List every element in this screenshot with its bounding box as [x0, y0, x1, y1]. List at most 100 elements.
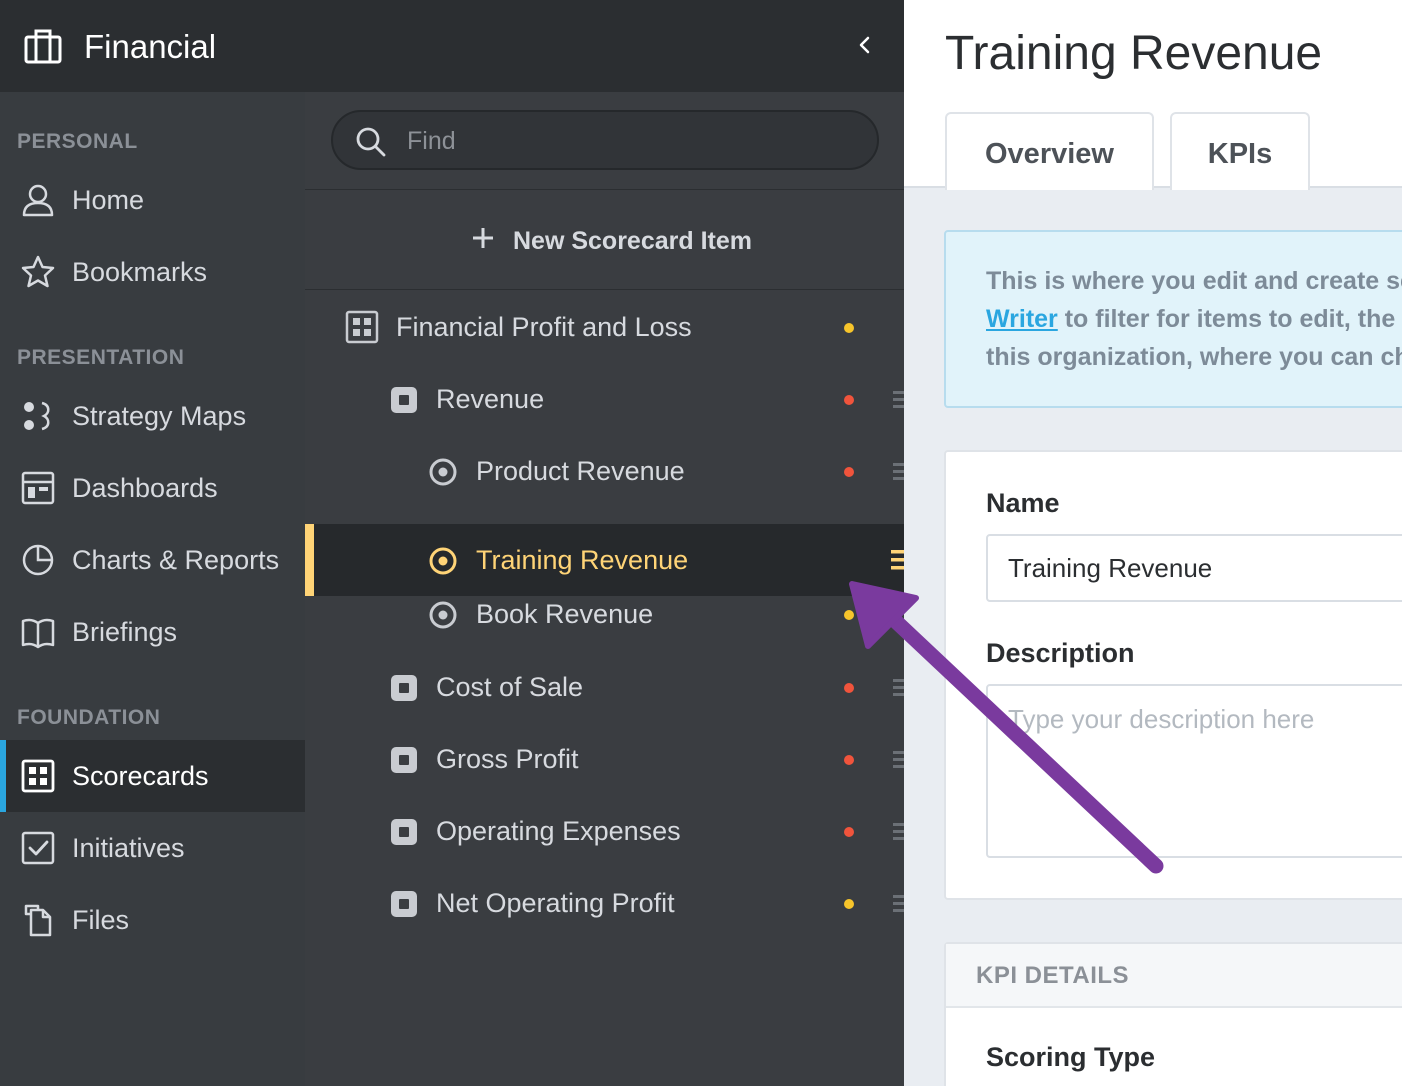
- sidebar-item-label: Initiatives: [72, 833, 185, 863]
- kpi-details-card: KPI DETAILS Scoring Type: [944, 942, 1402, 1086]
- search-box[interactable]: [331, 110, 879, 170]
- search-input[interactable]: [407, 122, 847, 160]
- sidebar-item-scorecards[interactable]: Scorecards: [0, 740, 305, 812]
- status-dot-yellow: [844, 610, 854, 620]
- objective-icon: [391, 747, 417, 773]
- info-line-2: to filter for items to edit, the: [1057, 305, 1396, 333]
- sidebar-item-files[interactable]: Files: [0, 884, 305, 956]
- book-icon: [21, 618, 55, 649]
- sidebar-item-home[interactable]: Home: [0, 164, 305, 236]
- dashboard-icon: [21, 471, 55, 505]
- scorecard-tree-panel: New Scorecard Item Financial Profit and …: [305, 92, 938, 1086]
- sidebar-item-strategy-maps[interactable]: Strategy Maps: [0, 380, 305, 452]
- editor-header: Training Revenue Overview KPIs: [904, 0, 1402, 190]
- sidebar-item-label: Briefings: [72, 617, 178, 647]
- tree-item-label: Training Revenue: [476, 545, 689, 575]
- new-scorecard-item-button[interactable]: New Scorecard Item: [305, 190, 904, 290]
- tree-item-label: Operating Expenses: [436, 816, 681, 846]
- drag-handle-icon[interactable]: [893, 821, 904, 843]
- tree-item-label: Revenue: [436, 384, 545, 414]
- objective-icon: [391, 387, 417, 413]
- status-dot-red: [844, 827, 854, 837]
- tree-item-financial-profit-and-loss[interactable]: Financial Profit and Loss: [305, 291, 904, 363]
- status-dot-red: [844, 467, 854, 477]
- status-dot-yellow: [844, 899, 854, 909]
- tree-item-revenue[interactable]: Revenue: [305, 363, 904, 435]
- kpi-icon: [429, 547, 457, 575]
- status-dot-red: [844, 395, 854, 405]
- status-dot-red: [844, 755, 854, 765]
- sidebar-item-label: Bookmarks: [72, 257, 208, 287]
- info-banner: This is where you edit and create sc Wri…: [944, 230, 1402, 408]
- kpi-details-title: KPI DETAILS: [976, 962, 1130, 989]
- kpi-icon: [429, 458, 457, 486]
- tab-overview[interactable]: Overview: [945, 112, 1154, 190]
- status-dot-red: [844, 683, 854, 693]
- star-icon: [21, 255, 55, 288]
- plus-icon: [473, 228, 493, 248]
- objective-icon: [391, 819, 417, 845]
- sidebar-nav: PERSONAL Home Bookmarks PRESENTATION Str…: [0, 92, 305, 1086]
- scoring-type-label: Scoring Type: [986, 1042, 1156, 1072]
- section-label-foundation: FOUNDATION: [17, 706, 161, 729]
- new-scorecard-item-label: New Scorecard Item: [513, 227, 752, 255]
- tree-item-cost-of-sale[interactable]: Cost of Sale: [305, 651, 904, 723]
- info-line-3: this organization, where you can ch: [986, 343, 1402, 371]
- sidebar-item-label: Scorecards: [72, 761, 209, 791]
- tree-item-net-operating-profit[interactable]: Net Operating Profit: [305, 867, 904, 939]
- sidebar-item-label: Files: [72, 905, 130, 935]
- info-text: This is where you edit and create sc Wri…: [986, 262, 1402, 376]
- scorecard-icon: [21, 759, 55, 793]
- sidebar-item-label: Charts & Reports: [72, 545, 280, 575]
- app-title: Financial: [84, 28, 217, 65]
- tree-item-operating-expenses[interactable]: Operating Expenses: [305, 795, 904, 867]
- pie-chart-icon: [22, 544, 54, 576]
- tree-item-label: Net Operating Profit: [436, 888, 675, 918]
- tree-item-product-revenue[interactable]: Product Revenue: [305, 435, 904, 507]
- tree-item-label: Gross Profit: [436, 744, 579, 774]
- tree-item-book-revenue[interactable]: Book Revenue: [305, 579, 904, 639]
- sidebar-item-initiatives[interactable]: Initiatives: [0, 812, 305, 884]
- item-editor-panel: Training Revenue Overview KPIs This is w…: [904, 0, 1402, 1086]
- tree-item-label: Product Revenue: [476, 456, 685, 486]
- description-label: Description: [986, 638, 1135, 668]
- app-header: Financial: [0, 0, 904, 92]
- name-input[interactable]: [986, 534, 1402, 602]
- objective-icon: [391, 675, 417, 701]
- writer-link[interactable]: Writer: [986, 305, 1058, 333]
- section-label-personal: PERSONAL: [17, 130, 138, 153]
- info-line-1: This is where you edit and create sc: [986, 267, 1402, 295]
- sidebar-item-bookmarks[interactable]: Bookmarks: [0, 236, 305, 308]
- drag-handle-icon[interactable]: [893, 677, 904, 699]
- drag-handle-icon[interactable]: [893, 389, 904, 411]
- drag-handle-icon[interactable]: [893, 749, 904, 771]
- sidebar-item-charts-reports[interactable]: Charts & Reports: [0, 524, 305, 596]
- objective-icon: [391, 891, 417, 917]
- sidebar-item-briefings[interactable]: Briefings: [0, 596, 305, 668]
- sidebar-item-dashboards[interactable]: Dashboards: [0, 452, 305, 524]
- status-dot-yellow: [844, 323, 854, 333]
- collapse-sidebar-icon[interactable]: [850, 30, 880, 60]
- tree-item-label: Financial Profit and Loss: [396, 312, 692, 342]
- files-icon: [24, 904, 52, 937]
- sidebar-item-label: Home: [72, 185, 145, 215]
- section-label-presentation: PRESENTATION: [17, 346, 185, 369]
- search-icon: [356, 127, 386, 157]
- tab-kpis[interactable]: KPIs: [1170, 112, 1310, 190]
- drag-handle-icon[interactable]: [893, 461, 904, 483]
- description-input[interactable]: [986, 684, 1402, 858]
- kpi-icon: [429, 601, 457, 629]
- briefcase-icon: [24, 29, 62, 64]
- general-form-card: Name Description: [944, 450, 1402, 900]
- tree-search-bar: [305, 92, 904, 190]
- name-label: Name: [986, 488, 1060, 518]
- page-title: Training Revenue: [945, 27, 1323, 80]
- tree-item-label: Book Revenue: [476, 599, 654, 629]
- kpi-details-header: KPI DETAILS: [946, 944, 1402, 1008]
- strategy-map-icon: [24, 401, 50, 431]
- user-icon: [22, 184, 54, 217]
- drag-handle-icon[interactable]: [893, 893, 904, 915]
- checkbox-icon: [21, 831, 55, 865]
- tree-item-gross-profit[interactable]: Gross Profit: [305, 723, 904, 795]
- tree-item-label: Cost of Sale: [436, 672, 584, 702]
